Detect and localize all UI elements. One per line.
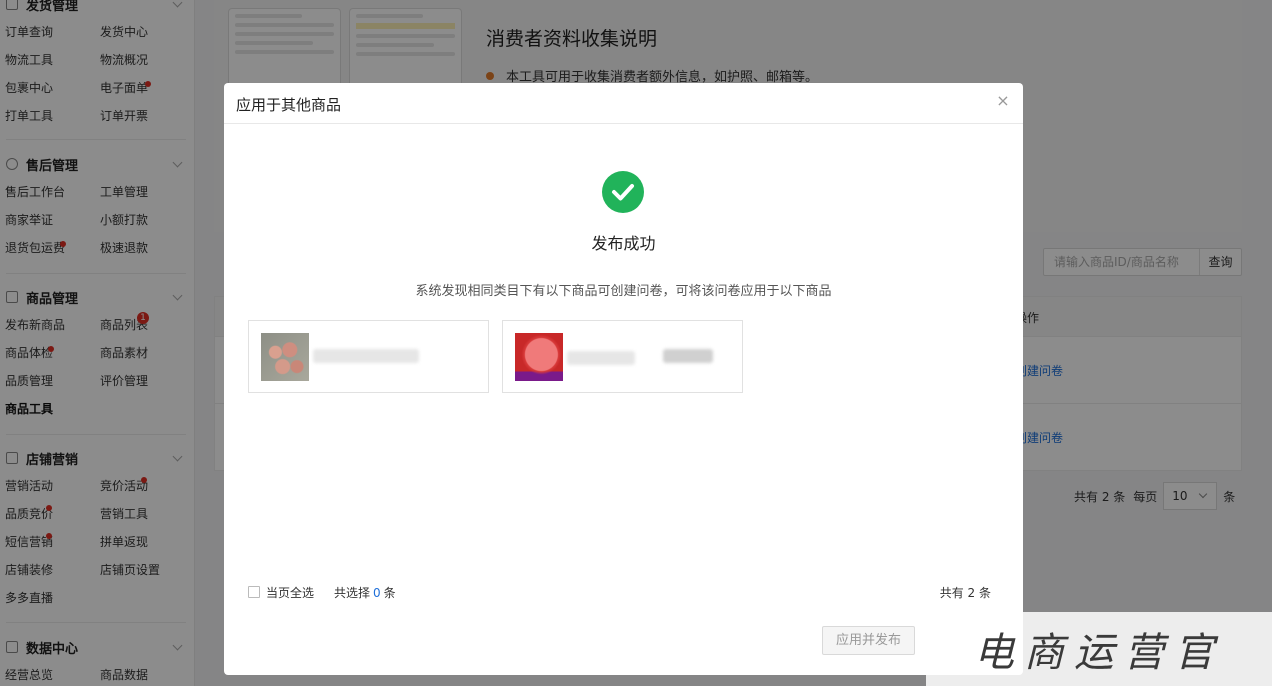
product-thumbnail (261, 333, 309, 381)
selected-suffix: 条 (383, 585, 396, 600)
watermark-logo: 电商运营官 (926, 612, 1272, 686)
product-thumbnail (515, 333, 563, 381)
product-card[interactable] (248, 320, 489, 393)
selected-prefix: 共选择 (334, 585, 371, 600)
product-name-redacted (663, 349, 713, 363)
hint-message: 系统发现相同类目下有以下商品可创建问卷，可将该问卷应用于以下商品 (415, 284, 832, 299)
select-all-checkbox[interactable] (248, 586, 260, 598)
selected-count-number: 0 (373, 585, 381, 600)
close-icon[interactable]: × (995, 93, 1011, 109)
product-name-redacted (567, 351, 635, 365)
modal-footer: 当页全选 共选择 0 条 共有 2 条 (248, 583, 991, 601)
modal-title: 应用于其他商品 (236, 96, 342, 114)
selected-count: 共选择 0 条 (334, 584, 396, 601)
modal-header: 应用于其他商品 × (224, 83, 1023, 124)
product-name-redacted (313, 349, 419, 363)
total-count: 共有 2 条 (939, 586, 991, 600)
select-all-label[interactable]: 当页全选 (266, 584, 314, 601)
apply-to-other-products-modal: 应用于其他商品 × 发布成功 系统发现相同类目下有以下商品可创建问卷，可将该问卷… (224, 83, 1023, 675)
success-check-icon (602, 171, 644, 213)
product-card[interactable] (502, 320, 743, 393)
success-message: 发布成功 (591, 234, 656, 253)
apply-and-publish-button[interactable]: 应用并发布 (822, 626, 915, 655)
watermark-text: 电商运营官 (974, 630, 1224, 676)
